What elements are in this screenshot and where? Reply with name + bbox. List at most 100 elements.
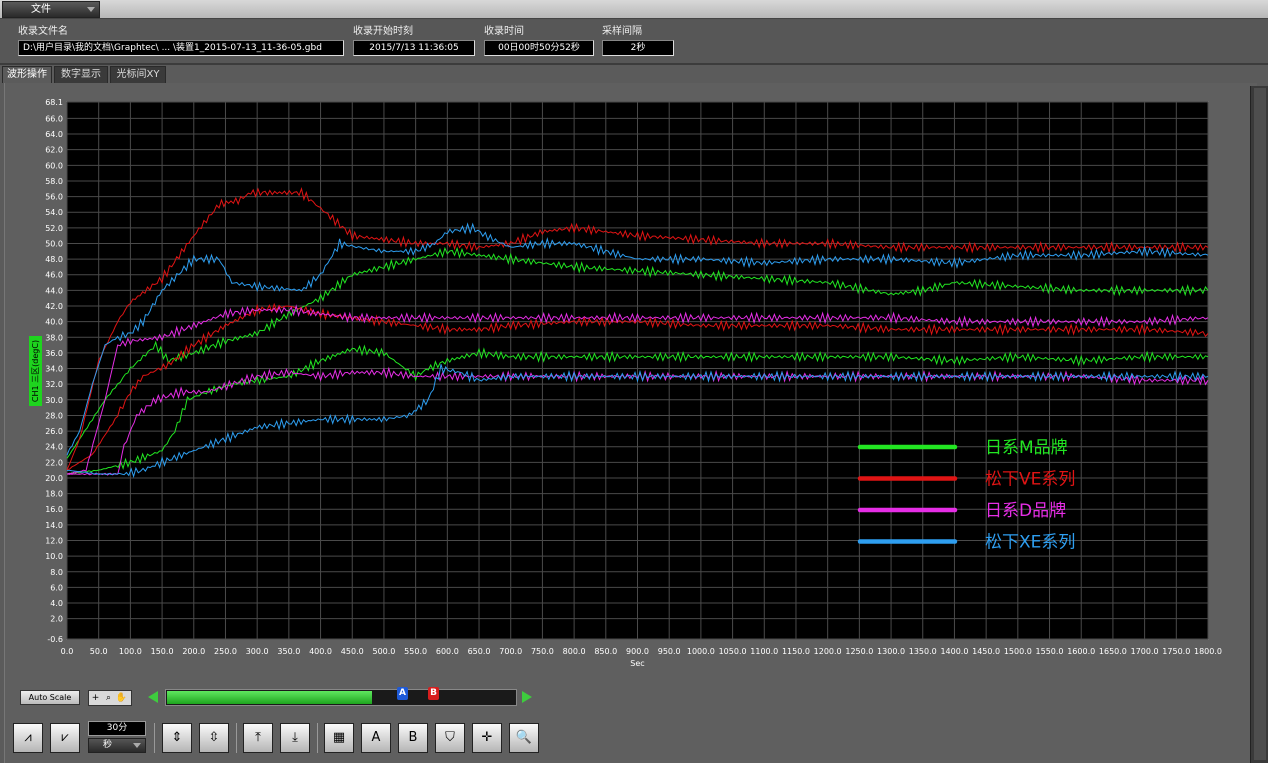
slider-track[interactable]: A B xyxy=(165,687,517,706)
y-tick-label: 52.0 xyxy=(45,224,63,233)
waveform-chart[interactable]: 0.0 50.0 100.0 150.0 200.0 250.0 300.0 350.0 400… xyxy=(0,0,1268,763)
chevron-down-icon xyxy=(133,743,141,748)
cursor-a-icon[interactable]: A xyxy=(361,723,391,753)
legend-label: 松下VE系列 xyxy=(985,470,1075,490)
x-axis-label: Sec xyxy=(630,659,644,668)
x-tick-label: 650.0 xyxy=(468,647,491,656)
x-tick-label: 800.0 xyxy=(563,647,586,656)
y-tick-label: 30.0 xyxy=(45,396,63,405)
y-tick-label: 66.0 xyxy=(45,114,63,123)
auto-scale-button[interactable]: Auto Scale xyxy=(20,690,80,705)
shrink-y-icon[interactable]: ⇳ xyxy=(199,723,229,753)
x-tick-label: 1100.0 xyxy=(750,647,778,656)
x-tick-label: 750.0 xyxy=(531,647,554,656)
grid-icon[interactable]: ▦ xyxy=(324,723,354,753)
time-scroll-slider[interactable]: A B xyxy=(148,687,533,706)
x-tick-label: 1400.0 xyxy=(940,647,968,656)
y-tick-label: 8.0 xyxy=(50,568,63,577)
y-tick-label: 46.0 xyxy=(45,271,63,280)
x-tick-label: 850.0 xyxy=(594,647,617,656)
y-tick-label: 64.0 xyxy=(45,130,63,139)
time-unit-select[interactable]: 秒 xyxy=(88,738,146,753)
y-tick-label: 12.0 xyxy=(45,537,63,546)
x-tick-label: 1600.0 xyxy=(1067,647,1095,656)
y-tick-label: 42.0 xyxy=(45,302,63,311)
x-tick-label: 250.0 xyxy=(214,647,237,656)
x-tick-label: 1300.0 xyxy=(877,647,905,656)
expand-y-icon[interactable]: ⇕ xyxy=(162,723,192,753)
x-tick-label: 900.0 xyxy=(626,647,649,656)
marker-icon[interactable]: ⛉ xyxy=(435,723,465,753)
waveform-expand-x-icon[interactable]: ⩘ xyxy=(13,723,43,753)
x-tick-label: 1550.0 xyxy=(1036,647,1064,656)
cursor-b-icon[interactable]: B xyxy=(398,723,428,753)
x-tick-label: 550.0 xyxy=(404,647,427,656)
x-tick-label: 150.0 xyxy=(151,647,174,656)
time-unit-label: 秒 xyxy=(103,740,113,750)
y-tick-label: 54.0 xyxy=(45,208,63,217)
crosshair-move-icon[interactable]: ✛ xyxy=(472,723,502,753)
x-tick-label: 600.0 xyxy=(436,647,459,656)
x-tick-label: 1200.0 xyxy=(814,647,842,656)
legend-label: 日系M品牌 xyxy=(985,438,1068,458)
x-tick-label: 200.0 xyxy=(182,647,205,656)
x-tick-label: 400.0 xyxy=(309,647,332,656)
toolbar-divider xyxy=(317,723,318,753)
y-tick-label: -0.6 xyxy=(47,635,63,644)
shift-down-icon[interactable]: ⤓ xyxy=(280,723,310,753)
y-tick-label: 26.0 xyxy=(45,427,63,436)
zoom-icon[interactable]: ⌕ xyxy=(102,691,115,705)
y-tick-label: 24.0 xyxy=(45,443,63,452)
x-tick-label: 500.0 xyxy=(372,647,395,656)
y-tick-label: 68.1 xyxy=(45,98,63,107)
x-tick-label: 1000.0 xyxy=(687,647,715,656)
y-tick-label: 62.0 xyxy=(45,146,63,155)
y-tick-label: 14.0 xyxy=(45,521,63,530)
y-tick-label: 36.0 xyxy=(45,349,63,358)
y-tick-label: 32.0 xyxy=(45,380,63,389)
x-tick-label: 50.0 xyxy=(90,647,108,656)
waveform-shrink-x-icon[interactable]: ⩗ xyxy=(50,723,80,753)
y-tick-label: 28.0 xyxy=(45,411,63,420)
y-tick-label: 34.0 xyxy=(45,365,63,374)
legend-label: 松下XE系列 xyxy=(985,533,1075,553)
toolbar-divider xyxy=(154,723,155,753)
y-tick-label: 4.0 xyxy=(50,599,63,608)
crosshair-icon[interactable]: + xyxy=(89,691,102,705)
time-span-control: 30分 秒 xyxy=(88,721,146,753)
scroll-left-arrow-icon[interactable] xyxy=(148,691,158,703)
time-span-value[interactable]: 30分 xyxy=(88,721,146,736)
cursor-a-marker[interactable]: A xyxy=(397,687,408,700)
x-tick-label: 350.0 xyxy=(277,647,300,656)
magnifier-icon[interactable]: 🔍 xyxy=(509,723,539,753)
y-tick-label: 18.0 xyxy=(45,490,63,499)
x-tick-label: 450.0 xyxy=(341,647,364,656)
shift-up-icon[interactable]: ⤒ xyxy=(243,723,273,753)
x-tick-label: 1250.0 xyxy=(845,647,873,656)
x-tick-label: 700.0 xyxy=(499,647,522,656)
y-tick-label: 38.0 xyxy=(45,333,63,342)
toolbar-divider xyxy=(236,723,237,753)
cursor-b-marker[interactable]: B xyxy=(428,687,439,700)
y-tick-label: 6.0 xyxy=(50,583,63,592)
y-tick-label: 20.0 xyxy=(45,474,63,483)
y-tick-label: 2.0 xyxy=(50,615,63,624)
x-tick-label: 1650.0 xyxy=(1099,647,1127,656)
x-tick-label: 0.0 xyxy=(61,647,74,656)
pan-hand-icon[interactable]: ✋ xyxy=(115,691,128,705)
y-tick-label: 56.0 xyxy=(45,193,63,202)
x-tick-label: 1500.0 xyxy=(1004,647,1032,656)
x-tick-label: 100.0 xyxy=(119,647,142,656)
x-tick-label: 1800.0 xyxy=(1194,647,1222,656)
slider-fill xyxy=(167,691,373,704)
y-axis-label-badge: CH1 三区(degC) xyxy=(29,336,42,406)
y-tick-label: 22.0 xyxy=(45,458,63,467)
y-tick-label: 50.0 xyxy=(45,239,63,248)
x-tick-label: 1750.0 xyxy=(1162,647,1190,656)
zoom-tools: + ⌕ ✋ xyxy=(88,690,132,706)
y-axis-label: CH1 三区(degC) xyxy=(31,339,40,403)
x-tick-label: 950.0 xyxy=(658,647,681,656)
x-tick-label: 1150.0 xyxy=(782,647,810,656)
x-tick-label: 1350.0 xyxy=(909,647,937,656)
scroll-right-arrow-icon[interactable] xyxy=(522,691,532,703)
